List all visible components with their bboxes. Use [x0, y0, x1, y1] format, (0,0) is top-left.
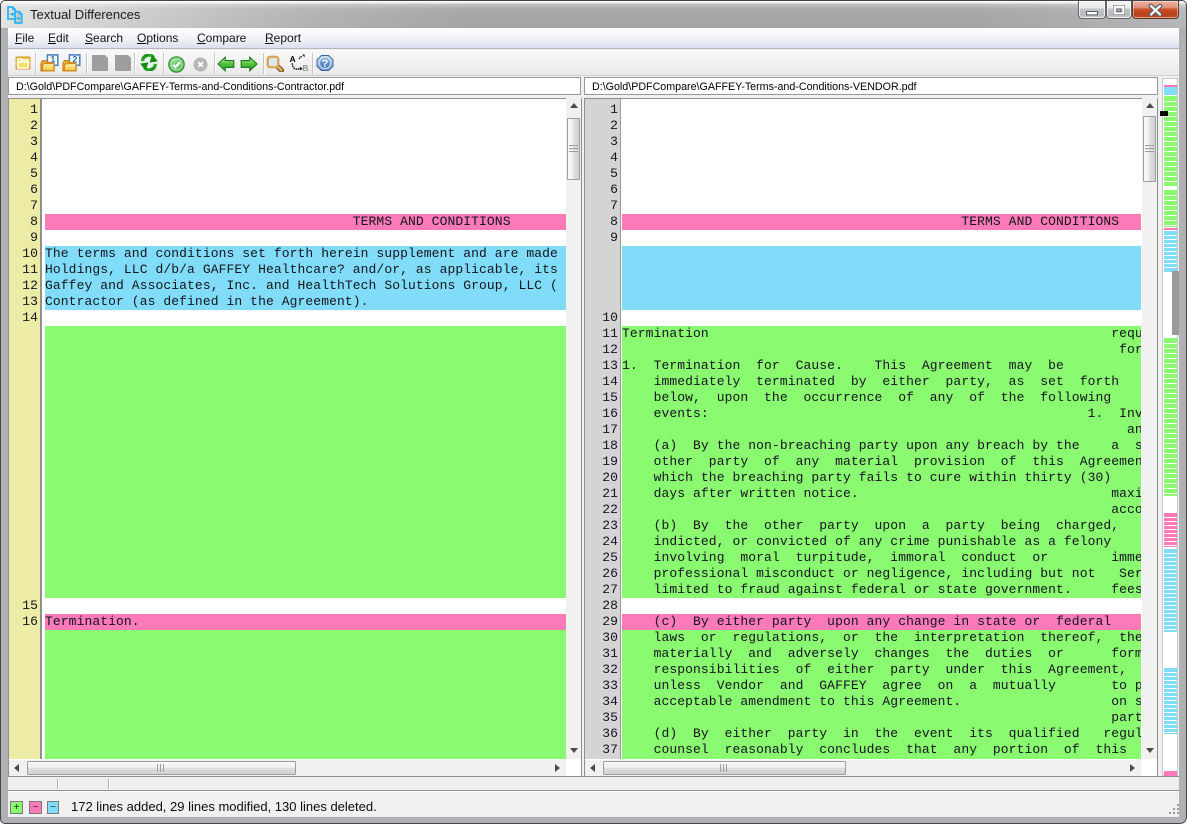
svg-text:A: A: [290, 54, 296, 64]
svg-text:?: ?: [322, 58, 329, 70]
svg-text:B: B: [303, 63, 309, 72]
